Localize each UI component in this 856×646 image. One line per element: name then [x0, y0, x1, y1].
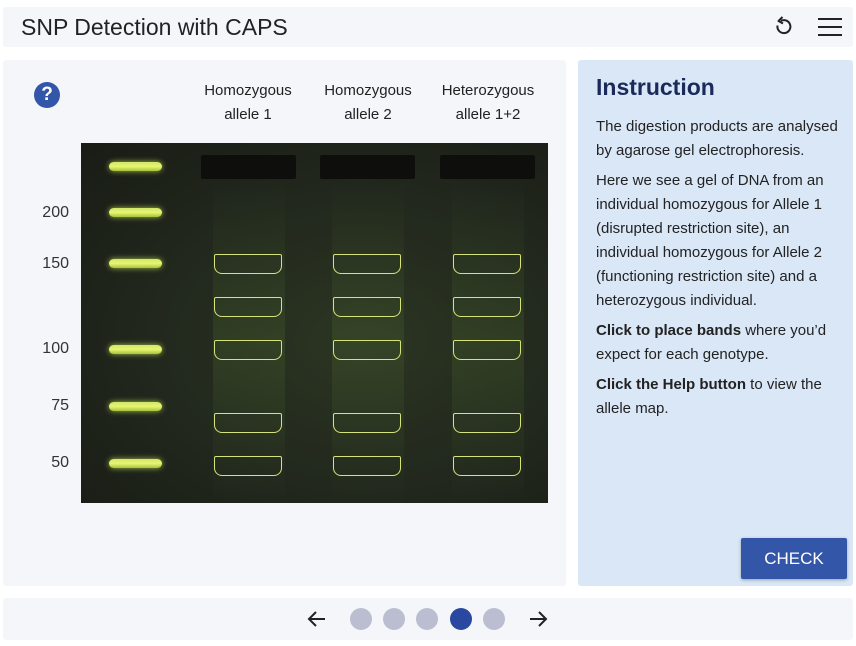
- page-dot-1[interactable]: [350, 608, 372, 630]
- instruction-emphasis: Click the Help button: [596, 376, 746, 393]
- page-dot-5[interactable]: [483, 608, 505, 630]
- band-slot-lane2-50[interactable]: [333, 456, 401, 476]
- band-slot-lane1-100[interactable]: [214, 340, 282, 360]
- band-slot-lane3-70[interactable]: [453, 413, 521, 433]
- ladder-band-150: [109, 259, 162, 268]
- page-dot-2[interactable]: [383, 608, 405, 630]
- instruction-paragraph-1: The digestion products are analysed by a…: [596, 118, 838, 159]
- instruction-text: The digestion products are analysed by a…: [596, 115, 846, 427]
- pagination-footer: [3, 598, 853, 640]
- band-slot-lane3-100[interactable]: [453, 340, 521, 360]
- page-dot-4-current[interactable]: [450, 608, 472, 630]
- instruction-paragraph-4: Click the Help button to view the allele…: [596, 373, 846, 421]
- band-slot-lane3-50[interactable]: [453, 456, 521, 476]
- instruction-paragraph-3: Click to place bands where you’d expect …: [596, 319, 846, 367]
- band-slot-lane2-100[interactable]: [333, 340, 401, 360]
- instruction-emphasis: Click to place bands: [596, 322, 742, 339]
- gel-panel: ? Homozygous allele 1 Homozygous allele …: [3, 60, 566, 586]
- band-slot-lane3-150[interactable]: [453, 254, 521, 274]
- band-slot-lane1-50[interactable]: [214, 456, 282, 476]
- page-title: SNP Detection with CAPS: [21, 14, 288, 40]
- app-header: SNP Detection with CAPS: [3, 7, 853, 47]
- ladder-label-50: 50: [51, 454, 69, 471]
- gel-well: [440, 155, 535, 179]
- ladder-band-50: [109, 459, 162, 468]
- arrow-right-icon: [530, 611, 548, 627]
- ladder-label-75: 75: [51, 397, 69, 414]
- ladder-band: [109, 162, 162, 171]
- reload-button[interactable]: [769, 13, 797, 41]
- next-page-button[interactable]: [526, 608, 550, 630]
- band-slot-lane1-70[interactable]: [214, 413, 282, 433]
- band-slot-lane2-150[interactable]: [333, 254, 401, 274]
- column-header-line1: Homozygous: [324, 82, 412, 99]
- column-header-line2: allele 2: [344, 106, 392, 123]
- gel-well: [201, 155, 296, 179]
- agarose-gel: [81, 143, 548, 503]
- ladder-label-100: 100: [42, 340, 69, 357]
- ladder-band-75: [109, 402, 162, 411]
- instruction-title: Instruction: [596, 74, 715, 100]
- band-slot-lane2-125[interactable]: [333, 297, 401, 317]
- column-header-line2: allele 1: [224, 106, 272, 123]
- ladder-label-200: 200: [42, 204, 69, 221]
- ladder-band-100: [109, 345, 162, 354]
- column-header-line2: allele 1+2: [455, 106, 521, 123]
- band-slot-lane1-150[interactable]: [214, 254, 282, 274]
- hamburger-menu-icon: [818, 18, 842, 36]
- column-header-line1: Heterozygous: [441, 82, 535, 99]
- column-header-homozygous-1: Homozygous allele 1: [183, 79, 313, 127]
- column-header-heterozygous: Heterozygous allele 1+2: [423, 79, 553, 127]
- band-slot-lane3-125[interactable]: [453, 297, 521, 317]
- prev-page-button[interactable]: [305, 608, 329, 630]
- ladder-label-150: 150: [42, 255, 69, 272]
- band-slot-lane2-70[interactable]: [333, 413, 401, 433]
- ladder-band-200: [109, 208, 162, 217]
- help-button[interactable]: ?: [34, 82, 60, 108]
- band-slot-lane1-125[interactable]: [214, 297, 282, 317]
- page-dot-3[interactable]: [416, 608, 438, 630]
- instruction-panel: Instruction The digestion products are a…: [578, 60, 853, 586]
- menu-button[interactable]: [815, 15, 845, 39]
- check-button[interactable]: CHECK: [741, 538, 847, 579]
- gel-well: [320, 155, 415, 179]
- arrow-left-icon: [307, 611, 325, 627]
- column-header-line1: Homozygous: [204, 82, 292, 99]
- reload-icon: [776, 16, 792, 35]
- instruction-paragraph-2: Here we see a gel of DNA from an individ…: [596, 172, 824, 309]
- column-header-homozygous-2: Homozygous allele 2: [303, 79, 433, 127]
